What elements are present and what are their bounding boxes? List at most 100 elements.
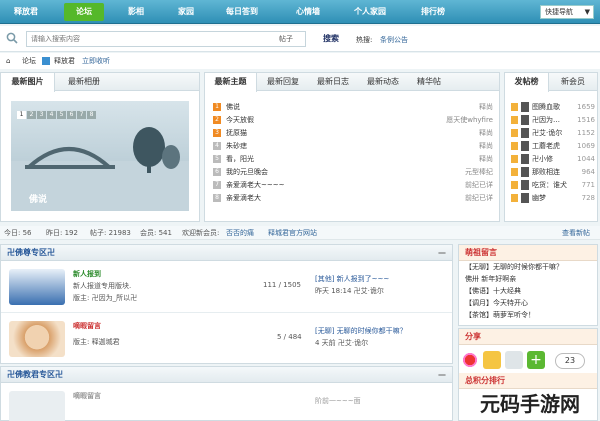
nav-item-ranking[interactable]: 排行榜 — [410, 5, 456, 19]
thread-row[interactable]: 3 抚原猫 释尚 — [213, 127, 493, 139]
avatar[interactable] — [521, 154, 529, 164]
weibo-icon[interactable] — [461, 351, 479, 369]
member-name[interactable]: 吃货：谁犬 — [532, 179, 567, 191]
nav-item-checkin[interactable]: 每日答到 — [214, 5, 270, 19]
quick-nav-dropdown[interactable]: 快捷导航 ▼ — [540, 5, 594, 19]
member-name[interactable]: 工蘑老虎 — [532, 140, 560, 152]
message-item[interactable]: 佛卅 新年好啊亲 — [459, 273, 597, 285]
message-item[interactable]: 【调月】今天特开心 — [459, 297, 597, 309]
last-post-title[interactable]: [其他] 新人报到了~~~ — [315, 274, 389, 284]
thread-title[interactable]: 亲爱滴老大 — [226, 192, 261, 204]
forum-row[interactable]: 嘀暇留言 版主: 释迦城君 5 / 484 [无聊] 无聊的时候你都干嘛？ 4 … — [1, 315, 452, 365]
hot-search-link[interactable]: 条例公告 — [380, 35, 408, 45]
thread-row[interactable]: 8 亲爱滴老大 前纪已详 — [213, 192, 493, 204]
tab-featured[interactable]: 精华帖 — [409, 73, 449, 91]
thread-author[interactable]: 愿天使whyfire — [446, 114, 493, 126]
ranking-row[interactable]: 那败相连 964 — [511, 166, 595, 178]
thread-row[interactable]: 6 我的元旦晚会 元型棒纪 — [213, 166, 493, 178]
collapse-button[interactable]: — — [438, 245, 446, 261]
thread-row[interactable]: 1 佛说 释尚 — [213, 101, 493, 113]
thread-title[interactable]: 今天放假 — [226, 114, 254, 126]
thread-title[interactable]: 佛说 — [226, 101, 240, 113]
member-name[interactable]: 卍艾·诡尔 — [532, 127, 562, 139]
slide-dot[interactable]: 8 — [87, 111, 96, 119]
member-name[interactable]: 那败相连 — [532, 166, 560, 178]
image-slideshow[interactable]: 12345678 佛说 — [11, 101, 189, 211]
clipboard-icon[interactable] — [505, 351, 523, 369]
avatar[interactable] — [521, 128, 529, 138]
collapse-button[interactable]: — — [438, 367, 446, 383]
slide-dot[interactable]: 3 — [37, 111, 46, 119]
forum-row[interactable]: 嘀暇留言 阶前一~~~面 — [1, 385, 452, 421]
slide-dot[interactable]: 1 — [17, 111, 26, 119]
breadcrumb-site[interactable]: 释放君 — [54, 53, 75, 69]
forum-moderator[interactable]: 版主: 释迦城君 — [73, 337, 120, 347]
avatar[interactable] — [521, 115, 529, 125]
avatar[interactable] — [521, 180, 529, 190]
tab-new-members[interactable]: 新会员 — [551, 73, 595, 91]
thread-author[interactable]: 前纪已详 — [465, 192, 493, 204]
slide-dot[interactable]: 2 — [27, 111, 36, 119]
avatar[interactable] — [521, 193, 529, 203]
thread-author[interactable]: 释尚 — [479, 153, 493, 165]
thread-title[interactable]: 亲爱滴老大~~~~ — [226, 179, 284, 191]
thread-title[interactable]: 朱砂痣 — [226, 140, 247, 152]
tab-latest-blogs[interactable]: 最新日志 — [309, 73, 357, 91]
thread-row[interactable]: 4 朱砂痣 释尚 — [213, 140, 493, 152]
thread-author[interactable]: 元型棒纪 — [465, 166, 493, 178]
member-name[interactable]: 幽梦 — [532, 192, 546, 204]
nav-item-home[interactable]: 释放君 — [6, 5, 46, 19]
search-input[interactable] — [26, 31, 306, 47]
thread-author[interactable]: 释尚 — [479, 140, 493, 152]
tab-latest-replies[interactable]: 最新回复 — [259, 73, 307, 91]
ranking-row[interactable]: 卍艾·诡尔 1152 — [511, 127, 595, 139]
thread-author[interactable]: 释尚 — [479, 127, 493, 139]
slide-dot[interactable]: 7 — [77, 111, 86, 119]
forum-icon[interactable] — [9, 391, 65, 421]
thread-author[interactable]: 释尚 — [479, 101, 493, 113]
nav-item-mood[interactable]: 心情墙 — [286, 5, 330, 19]
slide-dot[interactable]: 5 — [57, 111, 66, 119]
member-name[interactable]: 卍因为… — [532, 114, 560, 126]
ranking-row[interactable]: 图腾血歌 1659 — [511, 101, 595, 113]
ranking-row[interactable]: 工蘑老虎 1069 — [511, 140, 595, 152]
forum-icon[interactable] — [9, 321, 65, 357]
follow-link[interactable]: 立即收听 — [82, 53, 110, 69]
thread-row[interactable]: 2 今天放假 愿天使whyfire — [213, 114, 493, 126]
thread-title[interactable]: 我的元旦晚会 — [226, 166, 268, 178]
last-post-title[interactable]: [无聊] 无聊的时候你都干嘛？ — [315, 326, 407, 336]
forum-name[interactable]: 新人报到 — [73, 269, 101, 279]
ranking-row[interactable]: 吃货：谁犬 771 — [511, 179, 595, 191]
forum-name[interactable]: 嘀暇留言 — [73, 391, 101, 401]
tab-latest-albums[interactable]: 最新相册 — [59, 73, 109, 91]
thread-title[interactable]: 看，阳光 — [226, 153, 254, 165]
breadcrumb-forum[interactable]: 论坛 — [22, 53, 36, 69]
tab-latest-activity[interactable]: 最新动态 — [359, 73, 407, 91]
avatar[interactable] — [521, 141, 529, 151]
message-item[interactable]: 【茶馆】萌萝军听令！ — [459, 309, 597, 321]
home-icon[interactable]: ⌂ — [6, 53, 10, 69]
slide-dot[interactable]: 4 — [47, 111, 56, 119]
forum-icon[interactable] — [9, 269, 65, 305]
tab-post-ranking[interactable]: 发帖榜 — [505, 73, 549, 92]
forum-moderator[interactable]: 版主: 卍因为_所以卍 — [73, 293, 137, 303]
thread-author[interactable]: 前纪已详 — [465, 179, 493, 191]
search-button[interactable]: 搜索 — [316, 31, 346, 47]
last-post-title[interactable]: 阶前一~~~面 — [315, 396, 361, 406]
search-type-select[interactable]: 帖子 — [279, 32, 305, 46]
nav-item-space[interactable]: 家园 — [168, 5, 204, 19]
tab-latest-images[interactable]: 最新图片 — [1, 73, 55, 92]
star-icon[interactable] — [483, 351, 501, 369]
tab-latest-threads[interactable]: 最新主题 — [205, 73, 257, 92]
ranking-row[interactable]: 卍因为… 1516 — [511, 114, 595, 126]
ranking-row[interactable]: 卍小修 1044 — [511, 153, 595, 165]
official-site-link[interactable]: 释城君官方网站 — [268, 226, 317, 240]
message-item[interactable]: 【佛语】十大经典 — [459, 285, 597, 297]
member-name[interactable]: 卍小修 — [532, 153, 553, 165]
nav-item-profile[interactable]: 个人家园 — [342, 5, 398, 19]
message-item[interactable]: 【无聊】无聊的时候你都干嘛？ — [459, 261, 597, 273]
thread-row[interactable]: 5 看，阳光 释尚 — [213, 153, 493, 165]
nav-item-photos[interactable]: 影相 — [118, 5, 154, 19]
view-new-posts-link[interactable]: 查看新帖 — [562, 226, 590, 240]
plus-icon[interactable]: + — [527, 351, 545, 369]
